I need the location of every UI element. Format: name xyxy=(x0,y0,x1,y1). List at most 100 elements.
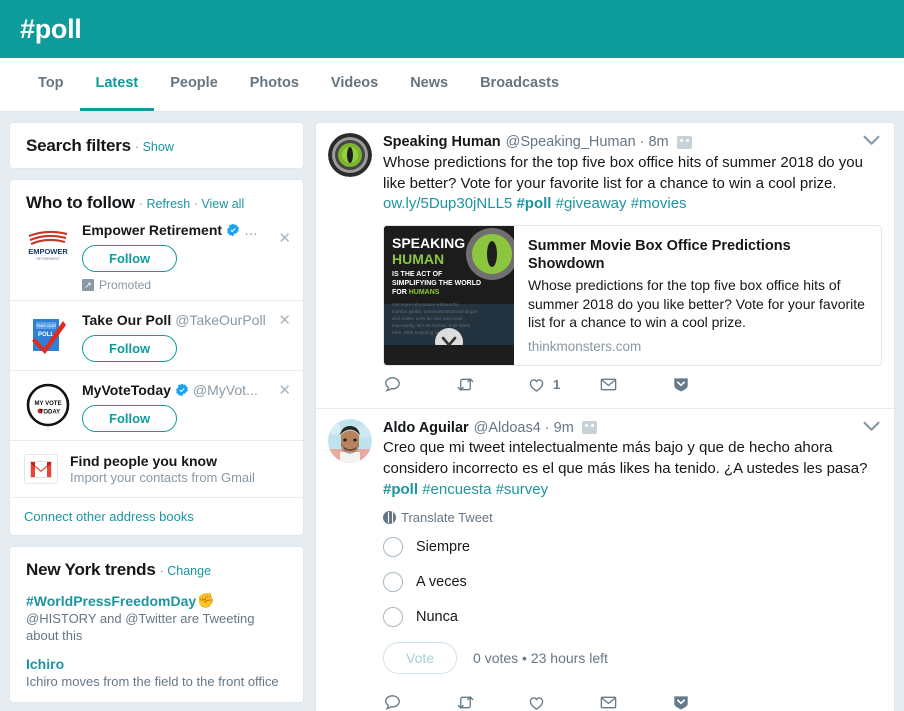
trends-header: New York trends · Change xyxy=(10,547,303,592)
reply-button[interactable] xyxy=(383,375,455,394)
speaking-human-card-image-icon: SPEAKING HUMAN IS THE ACT OF SIMPLIFYING… xyxy=(384,226,514,345)
tweet-author-handle[interactable]: @Speaking_Human xyxy=(506,133,636,152)
tab-photos[interactable]: Photos xyxy=(234,58,315,111)
tweet-timestamp[interactable]: 8m xyxy=(648,133,668,152)
trend-name: Ichiro xyxy=(26,656,64,672)
radio-button-icon[interactable] xyxy=(383,572,403,592)
tweet[interactable]: Speaking Human @Speaking_Human · 8m Whos… xyxy=(316,123,894,409)
separator-dot: · xyxy=(160,564,164,578)
radio-button-icon[interactable] xyxy=(383,537,403,557)
tweet-dropdown-caret-icon[interactable] xyxy=(863,135,880,146)
link-preview-card[interactable]: SPEAKING HUMAN IS THE ACT OF SIMPLIFYING… xyxy=(383,225,882,366)
connect-address-books-link[interactable]: Connect other address books xyxy=(10,497,303,535)
retweet-button[interactable] xyxy=(455,375,527,394)
direct-message-button[interactable] xyxy=(599,693,671,711)
tab-top[interactable]: Top xyxy=(22,58,80,111)
translate-tweet-button[interactable]: Translate Tweet xyxy=(383,510,882,525)
tab-people[interactable]: People xyxy=(154,58,234,111)
tweet-author-handle[interactable]: @Aldoas4 xyxy=(474,419,541,438)
tweet-actions xyxy=(383,684,743,711)
dismiss-suggestion-icon[interactable]: ✕ xyxy=(278,231,291,246)
tweet-link-url[interactable]: ow.ly/5Dup30jNLL5 xyxy=(383,195,512,212)
who-to-follow-view-all-link[interactable]: View all xyxy=(201,197,244,211)
tweet[interactable]: Aldo Aguilar @Aldoas4 · 9m Creo que mi t… xyxy=(316,409,894,711)
suggested-user-body: Take Our Poll @TakeOurPoll Follow xyxy=(82,311,289,362)
tab-videos[interactable]: Videos xyxy=(315,58,394,111)
avatar: EMPOWER RETIREMENT xyxy=(24,221,72,269)
suggested-user-name: MyVoteToday xyxy=(82,382,171,398)
svg-text:SPEAKING: SPEAKING xyxy=(392,235,465,251)
trend-item[interactable]: #WorldPressFreedomDay ✊ @HISTORY and @Tw… xyxy=(10,592,303,656)
heart-icon xyxy=(527,375,546,394)
hashtag-survey-link[interactable]: #survey xyxy=(496,481,549,498)
suggested-user-body: Empower Retirement … Follow ↗ Promoted xyxy=(82,221,289,292)
poll-option-label: Siempre xyxy=(416,539,470,555)
who-to-follow-refresh-link[interactable]: Refresh xyxy=(146,197,190,211)
like-count: 1 xyxy=(553,377,560,392)
trend-item[interactable]: Ichiro Ichiro moves from the field to th… xyxy=(10,656,303,702)
retweet-button[interactable] xyxy=(455,693,527,711)
follow-button[interactable]: Follow xyxy=(82,245,177,272)
dismiss-suggestion-icon[interactable]: ✕ xyxy=(278,313,291,328)
hashtag-movies-link[interactable]: #movies xyxy=(631,195,687,212)
suggested-user-item[interactable]: MY VOTE TODAY MyVoteToday @MyVot... Foll… xyxy=(10,370,303,440)
suggested-user-item[interactable]: EMPOWER RETIREMENT Empower Retirement … … xyxy=(10,219,303,300)
hashtag-poll-link[interactable]: #poll xyxy=(516,195,551,212)
tweet-body: Speaking Human @Speaking_Human · 8m Whos… xyxy=(383,133,882,408)
who-to-follow-card: Who to follow · Refresh · View all E xyxy=(9,179,304,536)
tab-broadcasts[interactable]: Broadcasts xyxy=(464,58,575,111)
link-preview-domain: thinkmonsters.com xyxy=(528,339,867,354)
search-filters-show-link[interactable]: Show xyxy=(143,140,174,154)
suggested-user-item[interactable]: TAKE OUR POLL Take Our Poll @TakeOurPoll… xyxy=(10,300,303,370)
import-contacts-row[interactable]: Find people you know Import your contact… xyxy=(10,440,303,497)
suggested-user-name: Empower Retirement xyxy=(82,222,222,238)
dismiss-suggestion-icon[interactable]: ✕ xyxy=(278,383,291,398)
trends-title: New York trends xyxy=(26,560,156,580)
tweet-text-segment: Creo que mi tweet intelectualmente más b… xyxy=(383,439,867,477)
reply-button[interactable] xyxy=(383,693,455,711)
svg-text:TAKE OUR: TAKE OUR xyxy=(36,323,56,328)
tab-latest[interactable]: Latest xyxy=(80,58,155,111)
like-button[interactable]: 1 xyxy=(527,375,599,394)
link-preview-description: Whose predictions for the top five box o… xyxy=(528,276,867,331)
reply-icon xyxy=(383,693,402,711)
tweet-dropdown-caret-icon[interactable] xyxy=(863,421,880,432)
link-preview-title: Summer Movie Box Office Predictions Show… xyxy=(528,237,867,273)
hashtag-encuesta-link[interactable]: #encuesta xyxy=(422,481,491,498)
trend-name-row[interactable]: #WorldPressFreedomDay ✊ xyxy=(26,592,287,609)
avatar[interactable] xyxy=(328,419,372,463)
speaking-human-avatar-icon xyxy=(328,133,372,177)
tweet-author-name[interactable]: Aldo Aguilar xyxy=(383,419,469,438)
poll-option[interactable]: Nunca xyxy=(383,607,882,627)
hashtag-giveaway-link[interactable]: #giveaway xyxy=(556,195,627,212)
more-options-button[interactable] xyxy=(671,375,743,394)
svg-text:IS THE ACT OF: IS THE ACT OF xyxy=(392,271,443,278)
tab-news[interactable]: News xyxy=(394,58,464,111)
tweet-timestamp[interactable]: 9m xyxy=(554,419,574,438)
globe-icon xyxy=(383,511,396,524)
suggested-user-handle: @MyVot... xyxy=(193,382,258,398)
like-button[interactable] xyxy=(527,693,599,711)
heart-icon xyxy=(527,693,546,711)
direct-message-button[interactable] xyxy=(599,375,671,394)
trend-name-row[interactable]: Ichiro xyxy=(26,656,287,672)
gmail-icon xyxy=(24,454,58,484)
radio-button-icon[interactable] xyxy=(383,607,403,627)
poll-option-label: Nunca xyxy=(416,609,458,625)
svg-text:EMPOWER: EMPOWER xyxy=(28,247,68,256)
more-options-button[interactable] xyxy=(671,693,743,711)
poll-option[interactable]: A veces xyxy=(383,572,882,592)
avatar: MY VOTE TODAY xyxy=(24,381,72,429)
poll-option[interactable]: Siempre xyxy=(383,537,882,557)
vote-button[interactable]: Vote xyxy=(383,642,457,674)
media-badge-icon xyxy=(677,136,692,149)
follow-button[interactable]: Follow xyxy=(82,405,177,432)
tweet-author-name[interactable]: Speaking Human xyxy=(383,133,501,152)
empower-logo-icon: EMPOWER RETIREMENT xyxy=(25,222,71,268)
poll-meta-text: 0 votes • 23 hours left xyxy=(473,650,608,666)
svg-text:RETIREMENT: RETIREMENT xyxy=(36,257,60,261)
trends-change-link[interactable]: Change xyxy=(167,564,211,578)
avatar[interactable] xyxy=(328,133,372,177)
follow-button[interactable]: Follow xyxy=(82,335,177,362)
hashtag-poll-link[interactable]: #poll xyxy=(383,481,418,498)
